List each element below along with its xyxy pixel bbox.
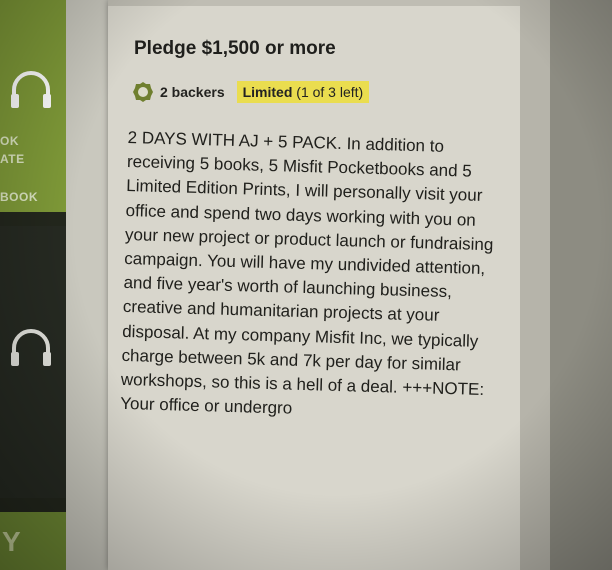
- backers-count: 2 backers: [160, 84, 225, 100]
- limited-badge: Limited (1 of 3 left): [236, 81, 370, 103]
- tile-letter: Y: [2, 526, 21, 557]
- backers-row: 2 backers Limited (1 of 3 left): [132, 80, 370, 104]
- reward-card[interactable]: Pledge $1,500 or more 2 backers Limited …: [108, 0, 520, 570]
- headphones-icon: [11, 329, 51, 366]
- reward-tile-top[interactable]: OK ATE BOOK: [0, 0, 66, 212]
- tile-text-line-1: OK: [0, 134, 19, 148]
- limited-label: Limited: [242, 84, 293, 100]
- page-gutter: [66, 0, 110, 570]
- right-margin: [520, 0, 550, 570]
- background-edge: [550, 0, 612, 570]
- reward-tile-bottom[interactable]: Y: [0, 512, 66, 570]
- pledge-title: Pledge $1,500 or more: [134, 38, 336, 59]
- headphones-icon: [11, 71, 51, 108]
- reward-description: 2 DAYS WITH AJ + 5 PACK. In addition to …: [119, 127, 494, 418]
- tile-text-line-2: ATE: [0, 152, 25, 166]
- limited-remaining: (1 of 3 left): [296, 84, 364, 100]
- sidebar: OK ATE BOOK Y: [0, 0, 70, 570]
- backers-badge-icon: [133, 82, 153, 102]
- tile-text-line-3: BOOK: [0, 190, 38, 204]
- card-divider: [108, 0, 520, 6]
- reward-tile-middle[interactable]: [0, 226, 66, 498]
